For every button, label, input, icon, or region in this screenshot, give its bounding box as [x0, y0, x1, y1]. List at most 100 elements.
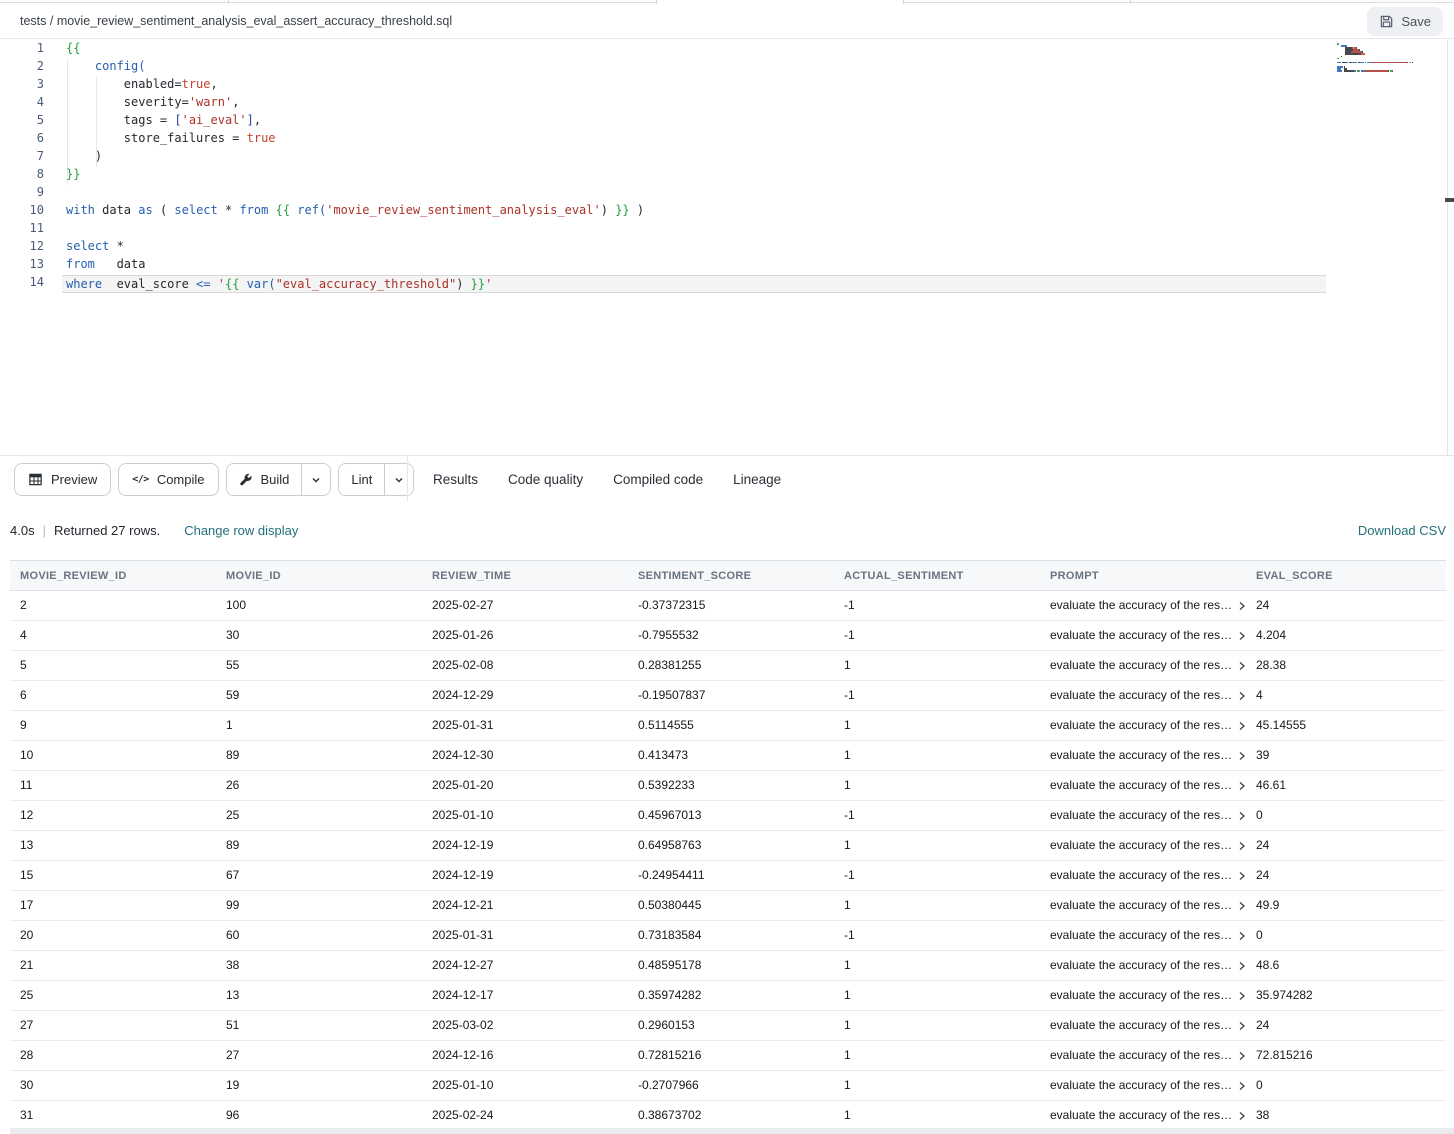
- lint-button[interactable]: Lint: [339, 464, 384, 495]
- table-row: 5552025-02-080.283812551evaluate the acc…: [10, 651, 1446, 681]
- build-dropdown-caret[interactable]: [301, 464, 330, 495]
- code-line[interactable]: store_failures = true: [66, 131, 1334, 149]
- minimap[interactable]: [1337, 43, 1443, 72]
- lint-dropdown-caret[interactable]: [384, 464, 413, 495]
- prompt-cell[interactable]: evaluate the accuracy of the res…: [1040, 651, 1246, 680]
- horizontal-scrollbar-track[interactable]: [10, 1128, 1454, 1134]
- tab-compiled-code[interactable]: Compiled code: [598, 456, 718, 503]
- expand-prompt-icon[interactable]: [1238, 811, 1246, 821]
- prompt-preview-text: evaluate the accuracy of the res…: [1050, 981, 1232, 1010]
- expand-prompt-icon[interactable]: [1238, 901, 1246, 911]
- tab-code-quality[interactable]: Code quality: [493, 456, 598, 503]
- code-line[interactable]: config(: [66, 59, 1334, 77]
- code-line[interactable]: {{: [66, 41, 1334, 59]
- line-number: 2: [0, 59, 44, 77]
- prompt-cell[interactable]: evaluate the accuracy of the res…: [1040, 981, 1246, 1010]
- prompt-cell[interactable]: evaluate the accuracy of the res…: [1040, 771, 1246, 800]
- table-cell-eval-score: 4.204: [1246, 621, 1446, 650]
- build-button[interactable]: Build: [227, 464, 302, 495]
- prompt-cell[interactable]: evaluate the accuracy of the res…: [1040, 861, 1246, 890]
- code-token: ,: [211, 77, 218, 91]
- tab-results[interactable]: Results: [418, 456, 493, 503]
- status-separator: |: [43, 523, 46, 538]
- expand-prompt-icon[interactable]: [1238, 1021, 1246, 1031]
- code-token: (: [153, 203, 175, 217]
- code-line[interactable]: [66, 185, 1334, 203]
- column-header-prompt[interactable]: PROMPT: [1040, 561, 1246, 590]
- code-line[interactable]: [66, 221, 1334, 239]
- code-editor[interactable]: 1234567891011121314 {{ config( enabled=t…: [0, 40, 1454, 455]
- code-lines[interactable]: {{ config( enabled=true, severity='warn'…: [66, 41, 1334, 293]
- column-header-eval-score[interactable]: EVAL_SCORE: [1246, 561, 1446, 590]
- prompt-cell[interactable]: evaluate the accuracy of the res…: [1040, 1101, 1246, 1130]
- column-header-review-time[interactable]: REVIEW_TIME: [422, 561, 628, 590]
- expand-prompt-icon[interactable]: [1238, 871, 1246, 881]
- expand-prompt-icon[interactable]: [1238, 1081, 1246, 1091]
- prompt-cell[interactable]: evaluate the accuracy of the res…: [1040, 621, 1246, 650]
- table-cell: 2025-01-31: [422, 711, 628, 740]
- expand-prompt-icon[interactable]: [1238, 751, 1246, 761]
- table-cell: 2024-12-29: [422, 681, 628, 710]
- minimap-token: [1365, 70, 1389, 72]
- column-header-actual-sentiment[interactable]: ACTUAL_SENTIMENT: [834, 561, 1040, 590]
- table-cell: -1: [834, 861, 1040, 890]
- table-cell: 2025-02-08: [422, 651, 628, 680]
- expand-prompt-icon[interactable]: [1238, 931, 1246, 941]
- prompt-cell[interactable]: evaluate the accuracy of the res…: [1040, 891, 1246, 920]
- tab-lineage[interactable]: Lineage: [718, 456, 796, 503]
- prompt-cell[interactable]: evaluate the accuracy of the res…: [1040, 951, 1246, 980]
- code-token: }}: [66, 167, 80, 181]
- prompt-cell[interactable]: evaluate the accuracy of the res…: [1040, 1071, 1246, 1100]
- prompt-cell[interactable]: evaluate the accuracy of the res…: [1040, 921, 1246, 950]
- prompt-cell[interactable]: evaluate the accuracy of the res…: [1040, 681, 1246, 710]
- expand-prompt-icon[interactable]: [1238, 1051, 1246, 1061]
- expand-prompt-icon[interactable]: [1238, 631, 1246, 641]
- code-line[interactable]: where eval_score <= '{{ var("eval_accura…: [62, 275, 1326, 293]
- expand-prompt-icon[interactable]: [1238, 991, 1246, 1001]
- code-line[interactable]: tags = ['ai_eval'],: [66, 113, 1334, 131]
- preview-button[interactable]: Preview: [14, 463, 111, 496]
- expand-prompt-icon[interactable]: [1238, 841, 1246, 851]
- table-cell: 30: [10, 1071, 216, 1100]
- results-tabs: Results Code quality Compiled code Linea…: [418, 456, 796, 503]
- expand-prompt-icon[interactable]: [1238, 721, 1246, 731]
- editor-scrollbar-track[interactable]: [1447, 40, 1448, 455]
- action-buttons: Preview </> Compile Build: [14, 463, 414, 496]
- code-line[interactable]: ): [66, 149, 1334, 167]
- table-cell: 2024-12-19: [422, 831, 628, 860]
- expand-prompt-icon[interactable]: [1238, 661, 1246, 671]
- expand-prompt-icon[interactable]: [1238, 961, 1246, 971]
- column-header-sentiment-score[interactable]: SENTIMENT_SCORE: [628, 561, 834, 590]
- change-row-display-link[interactable]: Change row display: [184, 523, 298, 538]
- prompt-cell[interactable]: evaluate the accuracy of the res…: [1040, 831, 1246, 860]
- code-line[interactable]: severity='warn',: [66, 95, 1334, 113]
- column-header-movie-review-id[interactable]: MOVIE_REVIEW_ID: [10, 561, 216, 590]
- table-cell: -0.24954411: [628, 861, 834, 890]
- prompt-cell[interactable]: evaluate the accuracy of the res…: [1040, 591, 1246, 620]
- table-cell: -1: [834, 801, 1040, 830]
- code-line[interactable]: with data as ( select * from {{ ref('mov…: [66, 203, 1334, 221]
- save-button[interactable]: Save: [1367, 7, 1443, 36]
- code-line[interactable]: select *: [66, 239, 1334, 257]
- prompt-preview-text: evaluate the accuracy of the res…: [1050, 861, 1232, 890]
- prompt-cell[interactable]: evaluate the accuracy of the res…: [1040, 1011, 1246, 1040]
- code-line[interactable]: from data: [66, 257, 1334, 275]
- prompt-cell[interactable]: evaluate the accuracy of the res…: [1040, 741, 1246, 770]
- table-cell: 1: [834, 651, 1040, 680]
- code-line[interactable]: }}: [66, 167, 1334, 185]
- prompt-cell[interactable]: evaluate the accuracy of the res…: [1040, 1041, 1246, 1070]
- table-cell-eval-score: 72.815216: [1246, 1041, 1446, 1070]
- prompt-cell[interactable]: evaluate the accuracy of the res…: [1040, 711, 1246, 740]
- line-number: 8: [0, 167, 44, 185]
- code-line[interactable]: enabled=true,: [66, 77, 1334, 95]
- expand-prompt-icon[interactable]: [1238, 691, 1246, 701]
- code-token: ): [66, 149, 102, 163]
- expand-prompt-icon[interactable]: [1238, 781, 1246, 791]
- table-cell-eval-score: 39: [1246, 741, 1446, 770]
- expand-prompt-icon[interactable]: [1238, 1111, 1246, 1121]
- column-header-movie-id[interactable]: MOVIE_ID: [216, 561, 422, 590]
- download-csv-link[interactable]: Download CSV: [1358, 523, 1446, 538]
- prompt-cell[interactable]: evaluate the accuracy of the res…: [1040, 801, 1246, 830]
- expand-prompt-icon[interactable]: [1238, 601, 1246, 611]
- compile-button[interactable]: </> Compile: [118, 463, 218, 496]
